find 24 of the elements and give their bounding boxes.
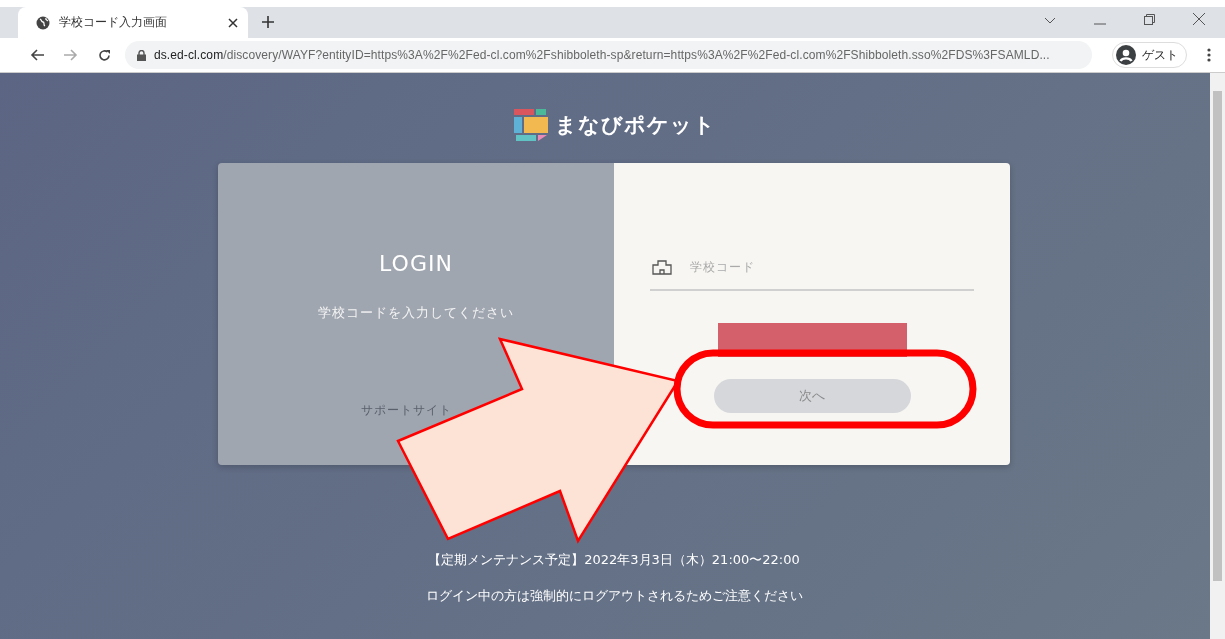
- scrollbar[interactable]: [1210, 73, 1225, 639]
- person-icon: [1116, 45, 1136, 65]
- logo-icon: [512, 107, 549, 143]
- close-window-icon[interactable]: [1193, 13, 1205, 25]
- school-code-field[interactable]: 学校コード: [690, 260, 972, 274]
- chevron-down-icon[interactable]: [1044, 17, 1056, 25]
- address-field[interactable]: ds.ed-cl.com/discovery/WAYF?entityID=https%3A%2F%2Fed-cl.com%2Fshibboleth-sp&return=https%3A%2F%2Fed-cl.com%2FShibboleth.sso%2FDS%3FSAMLD...: [125, 41, 1092, 69]
- url-text: ds.ed-cl.com/discovery/WAYF?entityID=https%3A%2F%2Fed-cl.com%2Fshibboleth-sp&return=https%3A%2F%2Fed-cl.com%2FShibboleth.sso%2FDS%3FSAMLD...: [154, 48, 1050, 62]
- close-icon[interactable]: [228, 17, 238, 28]
- back-icon[interactable]: [30, 49, 44, 61]
- menu-icon[interactable]: [1207, 48, 1211, 62]
- tab-title: 学校コード入力画面: [59, 14, 168, 31]
- globe-icon: [36, 15, 50, 30]
- logo-text: まなびポケット: [554, 112, 716, 139]
- login-title: LOGIN: [379, 251, 453, 276]
- new-tab-icon[interactable]: [262, 16, 274, 28]
- restore-icon[interactable]: [1144, 14, 1155, 25]
- instruction-text: 学校コードを入力してください: [318, 304, 514, 322]
- browser-tab[interactable]: 学校コード入力画面: [18, 7, 248, 38]
- notice-text: 【定期メンテナンス予定】2022年3月3日（木）21:00〜22:00: [428, 551, 800, 569]
- reload-icon[interactable]: [98, 48, 111, 62]
- notice-text: ログイン中の方は強制的にログアウトされるためご注意ください: [425, 587, 803, 605]
- school-icon: [652, 259, 672, 275]
- lock-icon: [137, 49, 146, 61]
